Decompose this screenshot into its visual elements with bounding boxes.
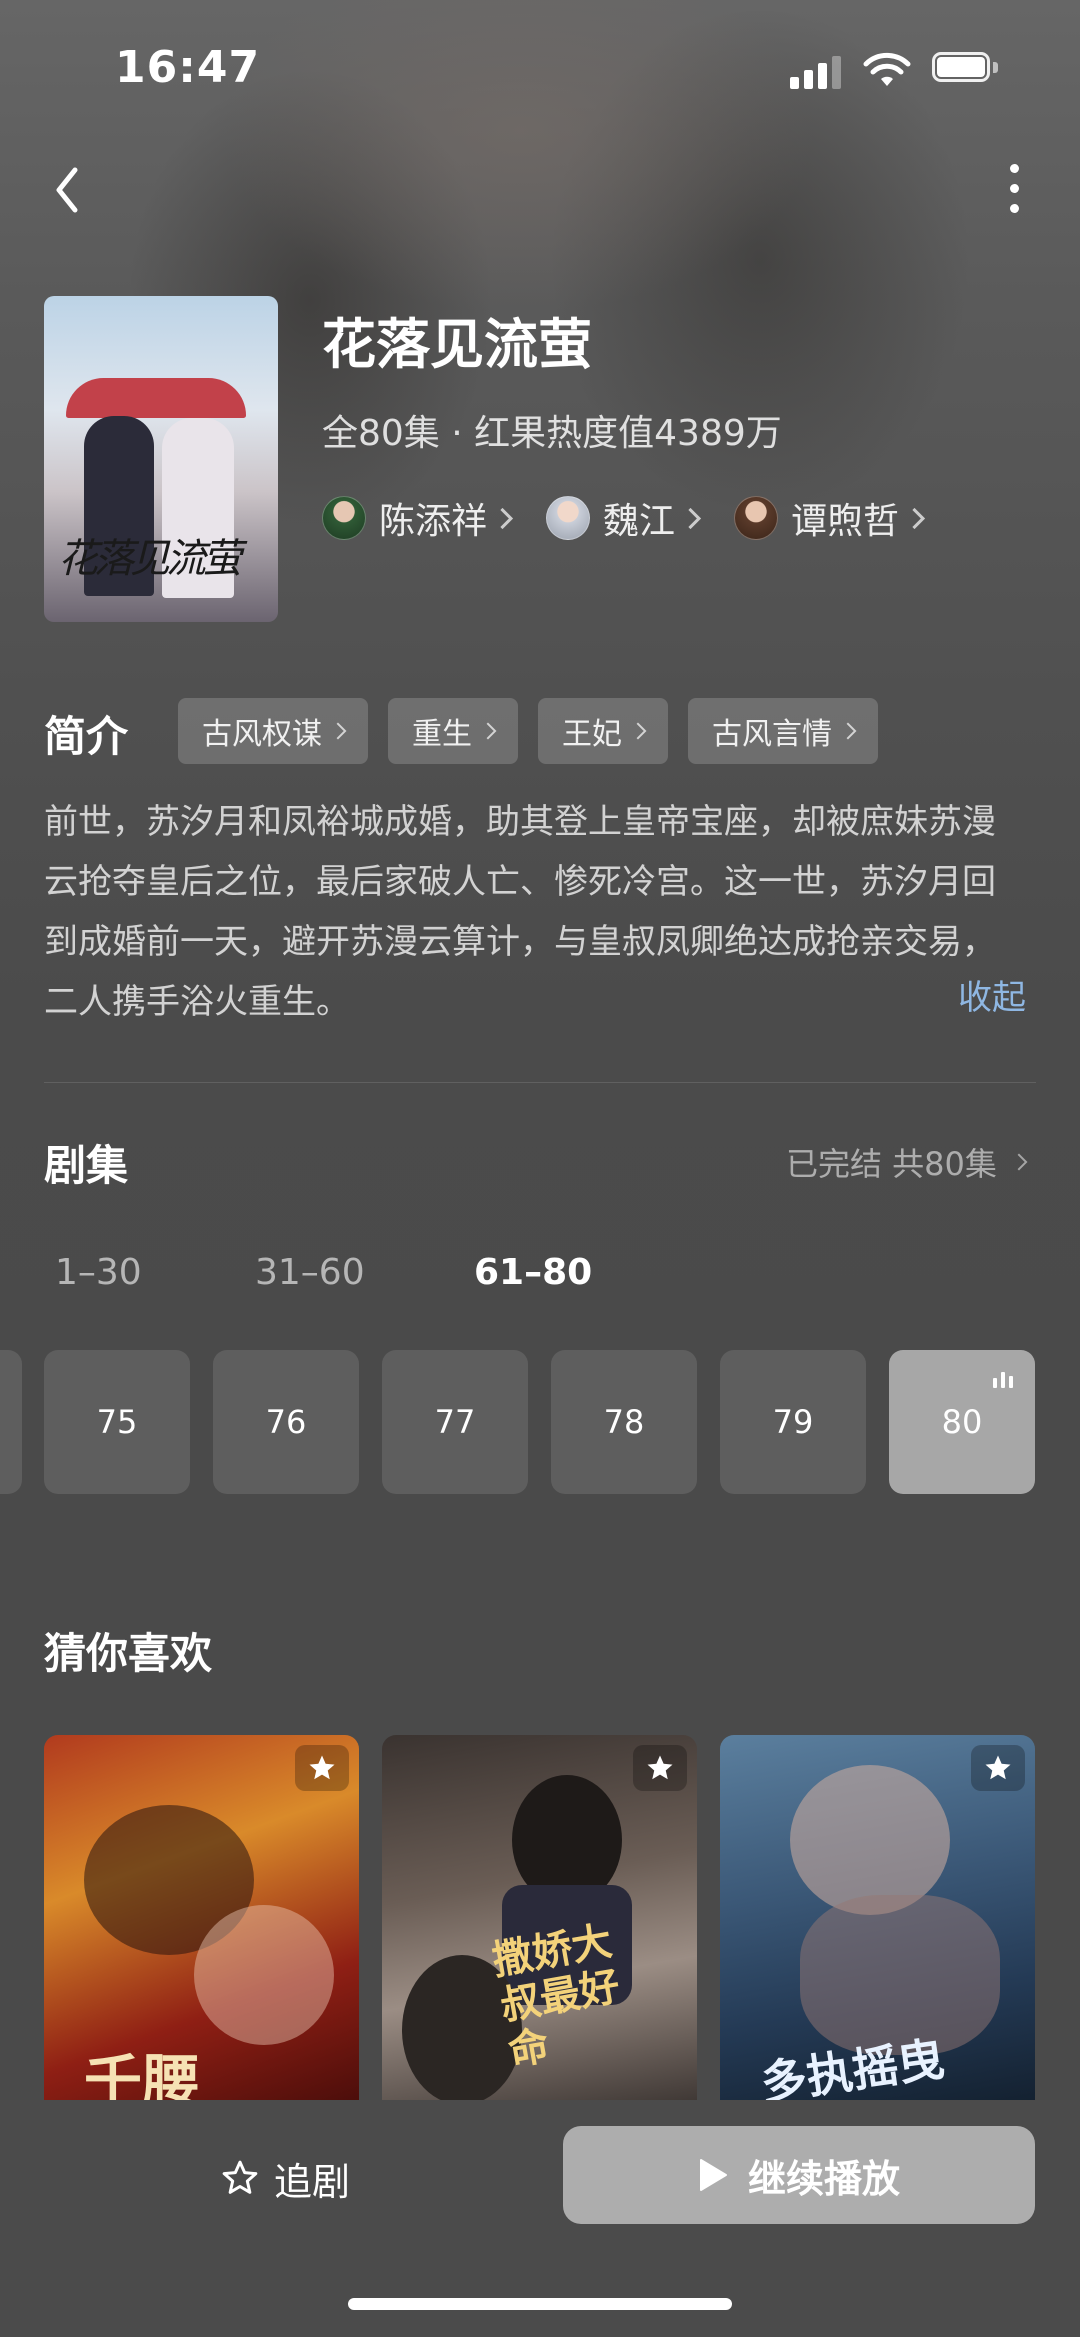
genre-tag[interactable]: 古风权谋 xyxy=(178,698,368,764)
avatar xyxy=(322,496,366,540)
hero-background xyxy=(0,0,1080,1560)
cast-item[interactable]: 陈添祥 xyxy=(322,492,514,544)
genre-tag[interactable]: 王妃 xyxy=(538,698,668,764)
cast-item[interactable]: 魏江 xyxy=(546,492,702,544)
status-bar: 16:47 xyxy=(0,0,1080,140)
star-outline-icon xyxy=(222,2160,258,2194)
episodes-status-text: 已完结 共80集 xyxy=(786,1145,997,1183)
favorite-badge[interactable] xyxy=(971,1745,1025,1791)
episode-button[interactable]: 77 xyxy=(382,1350,528,1494)
card-figure xyxy=(790,1765,950,1915)
genre-tag[interactable]: 古风言情 xyxy=(688,698,878,764)
chevron-right-icon xyxy=(903,507,926,529)
show-poster[interactable]: 花落见流萤 xyxy=(44,296,278,622)
home-indicator xyxy=(348,2298,732,2310)
wifi-icon xyxy=(863,52,911,86)
chevron-right-icon xyxy=(679,507,702,529)
back-button[interactable] xyxy=(45,160,95,220)
show-meta: 全80集 · 红果热度值4389万 xyxy=(322,413,782,454)
tag-label: 古风权谋 xyxy=(202,717,322,752)
chevron-right-icon xyxy=(329,722,347,740)
poster-umbrella xyxy=(66,378,246,418)
cellular-signal-icon xyxy=(790,55,842,89)
chevron-right-icon xyxy=(839,722,857,740)
episode-range-tab[interactable]: 31–60 xyxy=(255,1252,365,1293)
play-icon xyxy=(699,2159,727,2191)
cast-name: 陈添祥 xyxy=(379,501,488,542)
avatar xyxy=(734,496,779,540)
now-playing-icon xyxy=(993,1372,1015,1388)
genre-tag[interactable]: 重生 xyxy=(388,698,518,764)
cast-list: 陈添祥 魏江 谭煦哲 xyxy=(322,490,958,546)
status-time: 16:47 xyxy=(115,42,261,93)
chevron-right-icon xyxy=(479,722,497,740)
cast-item[interactable]: 谭煦哲 xyxy=(734,492,926,544)
more-options-button[interactable] xyxy=(1000,160,1030,220)
follow-label: 追剧 xyxy=(274,2159,351,2204)
episode-button[interactable]: 78 xyxy=(551,1350,697,1494)
chevron-right-icon xyxy=(629,722,647,740)
favorite-badge[interactable] xyxy=(295,1745,349,1791)
star-icon xyxy=(985,1755,1011,1780)
card-title-art: 撒娇大叔最好命 xyxy=(488,1917,624,2075)
episode-number: 80 xyxy=(941,1403,983,1441)
continue-play-button[interactable]: 继续播放 xyxy=(563,2126,1035,2224)
cast-name: 谭煦哲 xyxy=(791,501,900,542)
poster-calligraphy-title: 花落见流萤 xyxy=(58,536,242,582)
show-title: 花落见流萤 xyxy=(322,313,592,376)
favorite-badge[interactable] xyxy=(633,1745,687,1791)
avatar xyxy=(546,496,591,540)
episode-button[interactable]: 76 xyxy=(213,1350,359,1494)
episode-range-tab[interactable]: 1–30 xyxy=(55,1252,142,1293)
card-title-art: 多执摇曳 xyxy=(757,2031,948,2105)
episode-button[interactable]: 79 xyxy=(720,1350,866,1494)
battery-icon xyxy=(932,52,1002,88)
play-label: 继续播放 xyxy=(747,2156,900,2201)
episode-button-current[interactable]: 80 xyxy=(889,1350,1035,1494)
episodes-status-link[interactable]: 已完结 共80集 xyxy=(786,1139,1028,1185)
chevron-right-icon xyxy=(1010,1153,1028,1171)
star-icon xyxy=(647,1755,673,1780)
recommend-card[interactable]: 千腰 xyxy=(44,1735,359,2105)
episode-range-tab-active[interactable]: 61–80 xyxy=(474,1252,592,1293)
card-title-art: 千腰 xyxy=(84,2048,201,2105)
recommend-card[interactable]: 撒娇大叔最好命 xyxy=(382,1735,697,2105)
synopsis-text: 前世，苏汐月和凤裕城成婚，助其登上皇帝宝座，却被庶妹苏漫云抢夺皇后之位，最后家破… xyxy=(44,802,996,1022)
tag-label: 古风言情 xyxy=(712,717,832,752)
chevron-right-icon xyxy=(491,507,514,529)
tag-label: 重生 xyxy=(412,717,472,752)
follow-button[interactable]: 追剧 xyxy=(220,2148,350,2208)
card-figure xyxy=(194,1905,334,2045)
episode-button[interactable]: 75 xyxy=(44,1350,190,1494)
recommend-card[interactable]: 多执摇曳 xyxy=(720,1735,1035,2105)
star-icon xyxy=(309,1755,335,1780)
divider xyxy=(44,1082,1036,1083)
intro-label: 简介 xyxy=(44,712,129,761)
episode-button-partial[interactable] xyxy=(0,1350,22,1494)
tag-label: 王妃 xyxy=(562,717,622,752)
genre-tags: 古风权谋 重生 王妃 古风言情 xyxy=(178,698,898,764)
chevron-left-icon xyxy=(56,167,78,213)
recommend-title: 猜你喜欢 xyxy=(44,1629,213,1678)
episodes-title: 剧集 xyxy=(44,1141,129,1190)
cast-name: 魏江 xyxy=(603,501,676,542)
collapse-button[interactable]: 收起 xyxy=(958,970,1026,1019)
